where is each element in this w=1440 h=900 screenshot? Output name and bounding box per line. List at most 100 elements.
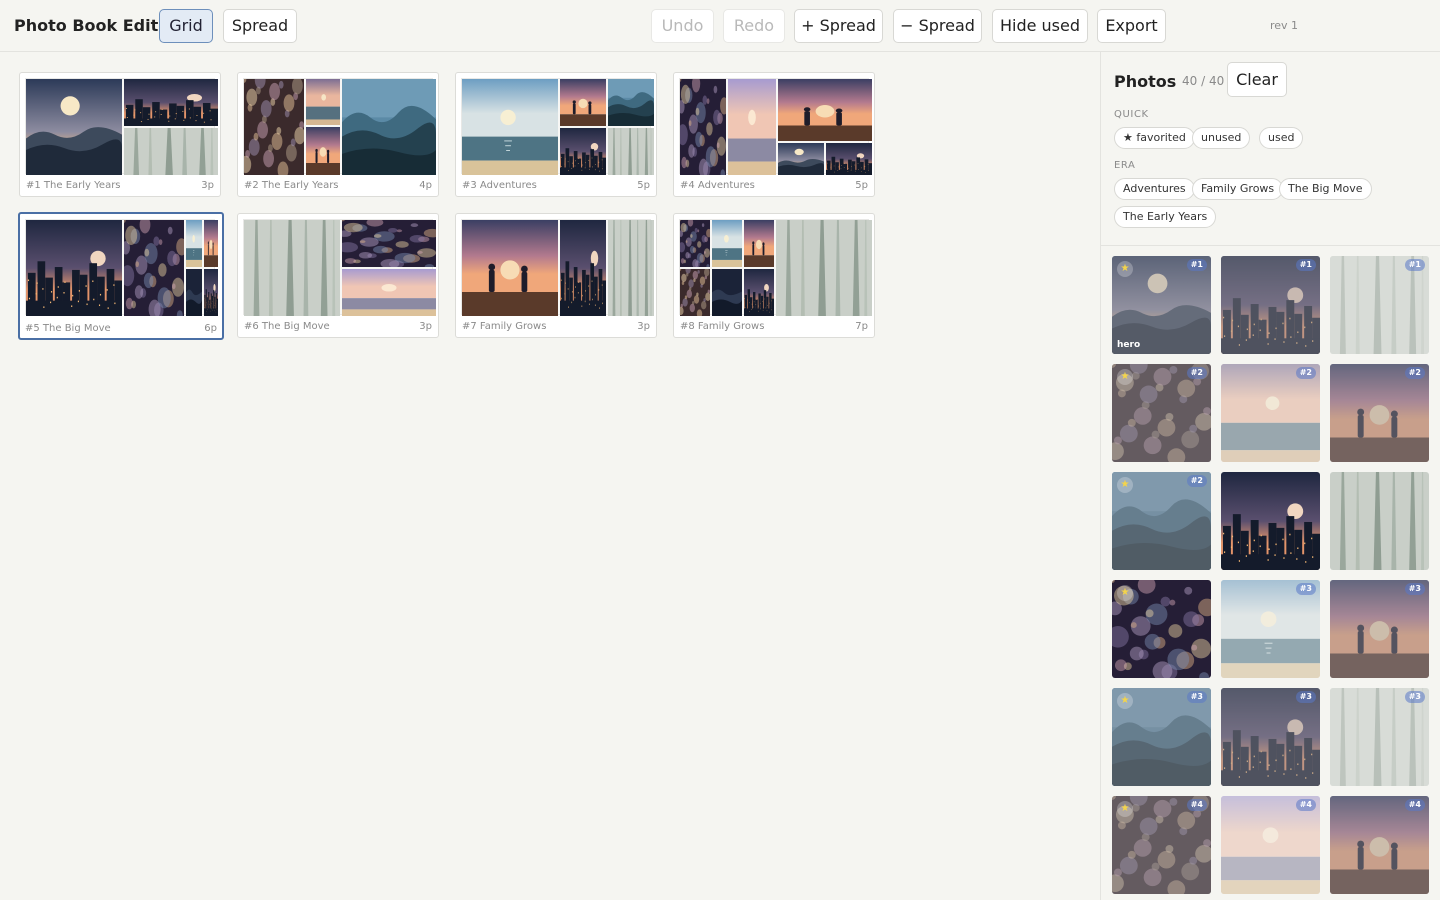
spread-pages xyxy=(25,219,218,316)
hide-used-button[interactable]: Hide used xyxy=(992,9,1088,43)
favorite-star-icon[interactable]: ★ xyxy=(1117,477,1133,493)
filter-chip-adventures[interactable]: Adventures xyxy=(1114,178,1195,200)
spread-photo[interactable] xyxy=(744,269,774,316)
spread-photo[interactable] xyxy=(712,220,742,267)
spread-photo[interactable] xyxy=(124,79,218,126)
redo-button[interactable]: Redo xyxy=(723,9,785,43)
favorite-star-icon[interactable]: ★ xyxy=(1117,585,1133,601)
spread-label: #5 The Big Move xyxy=(25,323,111,334)
spread-photo[interactable] xyxy=(462,79,558,175)
spread-photo[interactable] xyxy=(342,79,436,175)
spread-page-count: 3p xyxy=(201,180,214,191)
photo-thumbnail[interactable]: #3 xyxy=(1330,580,1429,678)
spread-tag: #4 xyxy=(1186,799,1207,811)
spread-tag: #1 xyxy=(1186,259,1207,271)
spread-photo[interactable] xyxy=(608,128,654,175)
spread-card[interactable]: #2 The Early Years 4p xyxy=(237,72,439,197)
spread-photo[interactable] xyxy=(306,127,340,175)
spread-photo[interactable] xyxy=(608,79,654,126)
favorite-star-icon[interactable]: ★ xyxy=(1117,693,1133,709)
clear-filters-button[interactable]: Clear xyxy=(1227,62,1287,97)
spread-photo[interactable] xyxy=(204,220,218,267)
spread-photo[interactable] xyxy=(680,79,726,175)
spread-photo[interactable] xyxy=(826,143,872,175)
toolbar: Photo Book Editor Grid Spread Undo Redo … xyxy=(0,0,1440,52)
spread-photo[interactable] xyxy=(124,220,184,316)
filter-chip-the-big-move[interactable]: The Big Move xyxy=(1279,178,1372,200)
spread-photo[interactable] xyxy=(124,128,218,175)
spread-photo[interactable] xyxy=(560,128,606,175)
spread-photo[interactable] xyxy=(560,220,606,316)
photo-thumbnail[interactable]: #4 xyxy=(1221,796,1320,894)
spread-photo[interactable] xyxy=(186,220,202,267)
filter-chip-the-early-years[interactable]: The Early Years xyxy=(1114,206,1217,228)
spread-photo[interactable] xyxy=(608,220,654,316)
photo-thumbnail[interactable]: ★ #2 xyxy=(1112,472,1211,570)
spread-photo[interactable] xyxy=(26,79,122,175)
spread-photo[interactable] xyxy=(680,269,710,316)
filter-chip-favorited[interactable]: ★ favorited xyxy=(1114,127,1195,149)
photo-thumbnail[interactable]: #2 xyxy=(1221,364,1320,462)
spread-photo[interactable] xyxy=(244,220,340,316)
favorite-star-icon[interactable]: ★ xyxy=(1117,801,1133,817)
spread-photo[interactable] xyxy=(778,79,872,141)
photo-thumbnail[interactable]: #1 xyxy=(1330,256,1429,354)
spread-card[interactable]: #4 Adventures 5p xyxy=(673,72,875,197)
spread-card[interactable]: #8 Family Grows 7p xyxy=(673,213,875,338)
spread-photo[interactable] xyxy=(342,220,436,267)
undo-button[interactable]: Undo xyxy=(651,9,714,43)
spread-pages xyxy=(25,78,218,175)
export-button[interactable]: Export xyxy=(1097,9,1166,43)
spread-pages xyxy=(243,78,436,175)
filter-chip-family-grows[interactable]: Family Grows xyxy=(1192,178,1284,200)
photo-thumbnail[interactable]: ★ #2 xyxy=(1112,364,1211,462)
photo-thumbnail[interactable]: #3 xyxy=(1221,688,1320,786)
add-spread-button[interactable]: + Spread xyxy=(794,9,883,43)
spread-photo[interactable] xyxy=(744,220,774,267)
spread-photo[interactable] xyxy=(728,79,776,175)
spread-label: #3 Adventures xyxy=(462,180,537,191)
grid-view-button[interactable]: Grid xyxy=(159,9,213,43)
photo-thumbnail[interactable]: #1 xyxy=(1221,256,1320,354)
remove-spread-button[interactable]: − Spread xyxy=(893,9,982,43)
favorite-star-icon[interactable]: ★ xyxy=(1117,369,1133,385)
spread-photo[interactable] xyxy=(306,79,340,125)
spread-card[interactable]: #6 The Big Move 3p xyxy=(237,213,439,338)
photo-thumbnail[interactable]: #3 xyxy=(1330,688,1429,786)
spread-photo[interactable] xyxy=(244,79,304,175)
spread-label: #8 Family Grows xyxy=(680,321,765,332)
spread-card[interactable]: #1 The Early Years 3p xyxy=(19,72,221,197)
spread-photo[interactable] xyxy=(778,143,824,175)
spread-photo[interactable] xyxy=(712,269,742,316)
spread-photo[interactable] xyxy=(204,269,218,316)
spread-page-count: 3p xyxy=(637,321,650,332)
photo-thumbnail[interactable] xyxy=(1221,472,1320,570)
spread-photo[interactable] xyxy=(342,269,436,316)
photo-thumbnail[interactable]: ★ #3 xyxy=(1112,688,1211,786)
spread-card[interactable]: #7 Family Grows 3p xyxy=(455,213,657,338)
spread-view-button[interactable]: Spread xyxy=(223,9,297,43)
filter-chip-used[interactable]: used xyxy=(1259,127,1304,149)
spread-photo[interactable] xyxy=(26,220,122,316)
spread-photo[interactable] xyxy=(776,220,872,316)
spread-photo[interactable] xyxy=(462,220,558,316)
photo-thumbnail[interactable]: ★ #1 hero xyxy=(1112,256,1211,354)
revision-label: rev 1 xyxy=(1270,19,1299,32)
spread-card[interactable]: #3 Adventures 5p xyxy=(455,72,657,197)
spread-photo[interactable] xyxy=(560,79,606,126)
spread-card[interactable]: #5 The Big Move 6p xyxy=(18,212,224,340)
filter-chip-unused[interactable]: unused xyxy=(1192,127,1251,149)
photo-thumbnail[interactable]: ★ #4 xyxy=(1112,796,1211,894)
spread-tag: #4 xyxy=(1404,799,1425,811)
photo-thumbnail[interactable] xyxy=(1330,472,1429,570)
spread-photo[interactable] xyxy=(186,269,202,316)
photo-thumbnail[interactable]: #2 xyxy=(1330,364,1429,462)
photo-thumbnail[interactable]: ★ xyxy=(1112,580,1211,678)
spread-photo[interactable] xyxy=(680,220,710,267)
spread-label: #2 The Early Years xyxy=(244,180,339,191)
favorite-star-icon[interactable]: ★ xyxy=(1117,261,1133,277)
photo-thumbnail[interactable]: #3 xyxy=(1221,580,1320,678)
spread-label: #4 Adventures xyxy=(680,180,755,191)
spread-pages xyxy=(461,78,654,175)
photo-thumbnail[interactable]: #4 xyxy=(1330,796,1429,894)
